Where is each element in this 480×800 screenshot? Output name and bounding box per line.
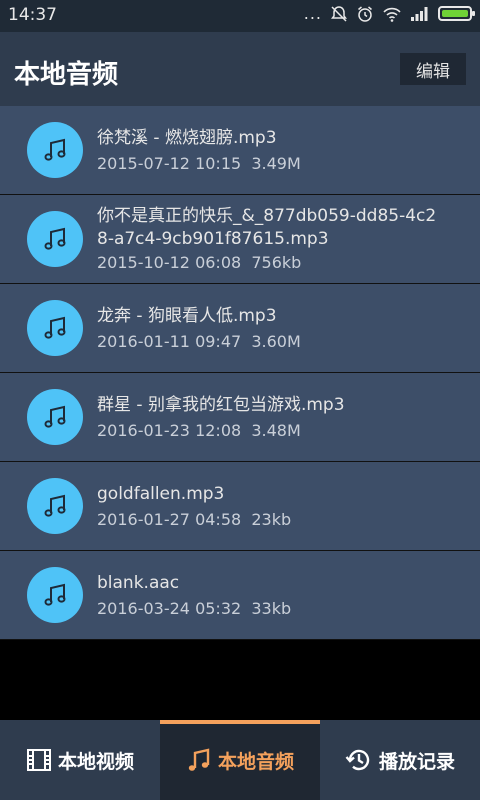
file-name: blank.aac	[97, 573, 180, 593]
file-meta: 2016-01-27 04:58 23kb	[97, 509, 470, 531]
page-title: 本地音频	[14, 60, 119, 90]
music-note-icon	[188, 748, 210, 771]
film-icon	[26, 749, 51, 771]
file-meta: 2015-10-12 06:08 756kb	[97, 252, 470, 274]
wifi-icon	[383, 7, 401, 22]
music-note-icon	[27, 389, 83, 445]
file-size: 3.49M	[251, 154, 301, 173]
alarm-icon	[358, 5, 372, 22]
file-date: 2016-03-24 05:32	[97, 599, 242, 618]
music-note-icon	[27, 211, 83, 267]
audio-file-list: 徐梵溪 - 燃烧翅膀.mp3 2015-07-12 10:15 3.49M 你不…	[0, 106, 480, 640]
file-name: 你不是真正的快乐_&_877db059-dd85-4c28-a7c4-9cb90…	[97, 206, 437, 249]
file-size: 23kb	[251, 510, 292, 529]
list-item[interactable]: 徐梵溪 - 燃烧翅膀.mp3 2015-07-12 10:15 3.49M	[0, 106, 480, 195]
file-name: goldfallen.mp3	[97, 484, 225, 504]
tab-label: 本地视频	[57, 750, 134, 773]
file-size: 3.48M	[251, 421, 301, 440]
file-meta: 2016-01-23 12:08 3.48M	[97, 420, 470, 442]
status-bar: 14:37 ...	[0, 0, 480, 32]
tab-play-history[interactable]: 播放记录	[320, 720, 480, 800]
signal-icon	[411, 6, 428, 21]
tab-label: 播放记录	[378, 750, 455, 773]
tab-local-video[interactable]: 本地视频	[0, 720, 160, 800]
list-item[interactable]: 龙奔 - 狗眼看人低.mp3 2016-01-11 09:47 3.60M	[0, 284, 480, 373]
file-meta: 2016-01-11 09:47 3.60M	[97, 331, 470, 353]
music-note-icon	[27, 478, 83, 534]
bottom-tab-bar: 本地视频 本地音频 播放记录	[0, 720, 480, 800]
file-size: 33kb	[251, 599, 292, 618]
file-date: 2015-10-12 06:08	[97, 253, 242, 272]
file-date: 2016-01-27 04:58	[97, 510, 242, 529]
tab-label: 本地音频	[217, 750, 294, 773]
music-note-icon	[27, 122, 83, 178]
list-item[interactable]: blank.aac 2016-03-24 05:32 33kb	[0, 551, 480, 640]
file-date: 2015-07-12 10:15	[97, 154, 242, 173]
file-name: 群星 - 别拿我的红包当游戏.mp3	[97, 395, 345, 415]
list-item[interactable]: 群星 - 别拿我的红包当游戏.mp3 2016-01-23 12:08 3.48…	[0, 373, 480, 462]
edit-button[interactable]: 编辑	[400, 53, 466, 85]
list-item[interactable]: goldfallen.mp3 2016-01-27 04:58 23kb	[0, 462, 480, 551]
tab-local-audio[interactable]: 本地音频	[160, 720, 320, 800]
file-size: 3.60M	[251, 332, 301, 351]
list-item[interactable]: 你不是真正的快乐_&_877db059-dd85-4c28-a7c4-9cb90…	[0, 195, 480, 284]
file-date: 2016-01-23 12:08	[97, 421, 242, 440]
file-name: 龙奔 - 狗眼看人低.mp3	[97, 306, 277, 326]
file-meta: 2015-07-12 10:15 3.49M	[97, 153, 470, 175]
history-icon	[345, 749, 370, 771]
music-note-icon	[27, 300, 83, 356]
more-notifications-icon: ...	[303, 4, 322, 23]
file-meta: 2016-03-24 05:32 33kb	[97, 598, 470, 620]
music-note-icon	[27, 567, 83, 623]
file-size: 756kb	[251, 253, 302, 272]
status-time: 14:37	[8, 5, 57, 25]
file-date: 2016-01-11 09:47	[97, 332, 242, 351]
file-name: 徐梵溪 - 燃烧翅膀.mp3	[97, 128, 277, 148]
top-bar: 本地音频 编辑	[0, 32, 480, 106]
battery-icon	[438, 6, 475, 21]
mute-bell-icon	[331, 5, 347, 22]
status-icons: ...	[303, 4, 475, 23]
